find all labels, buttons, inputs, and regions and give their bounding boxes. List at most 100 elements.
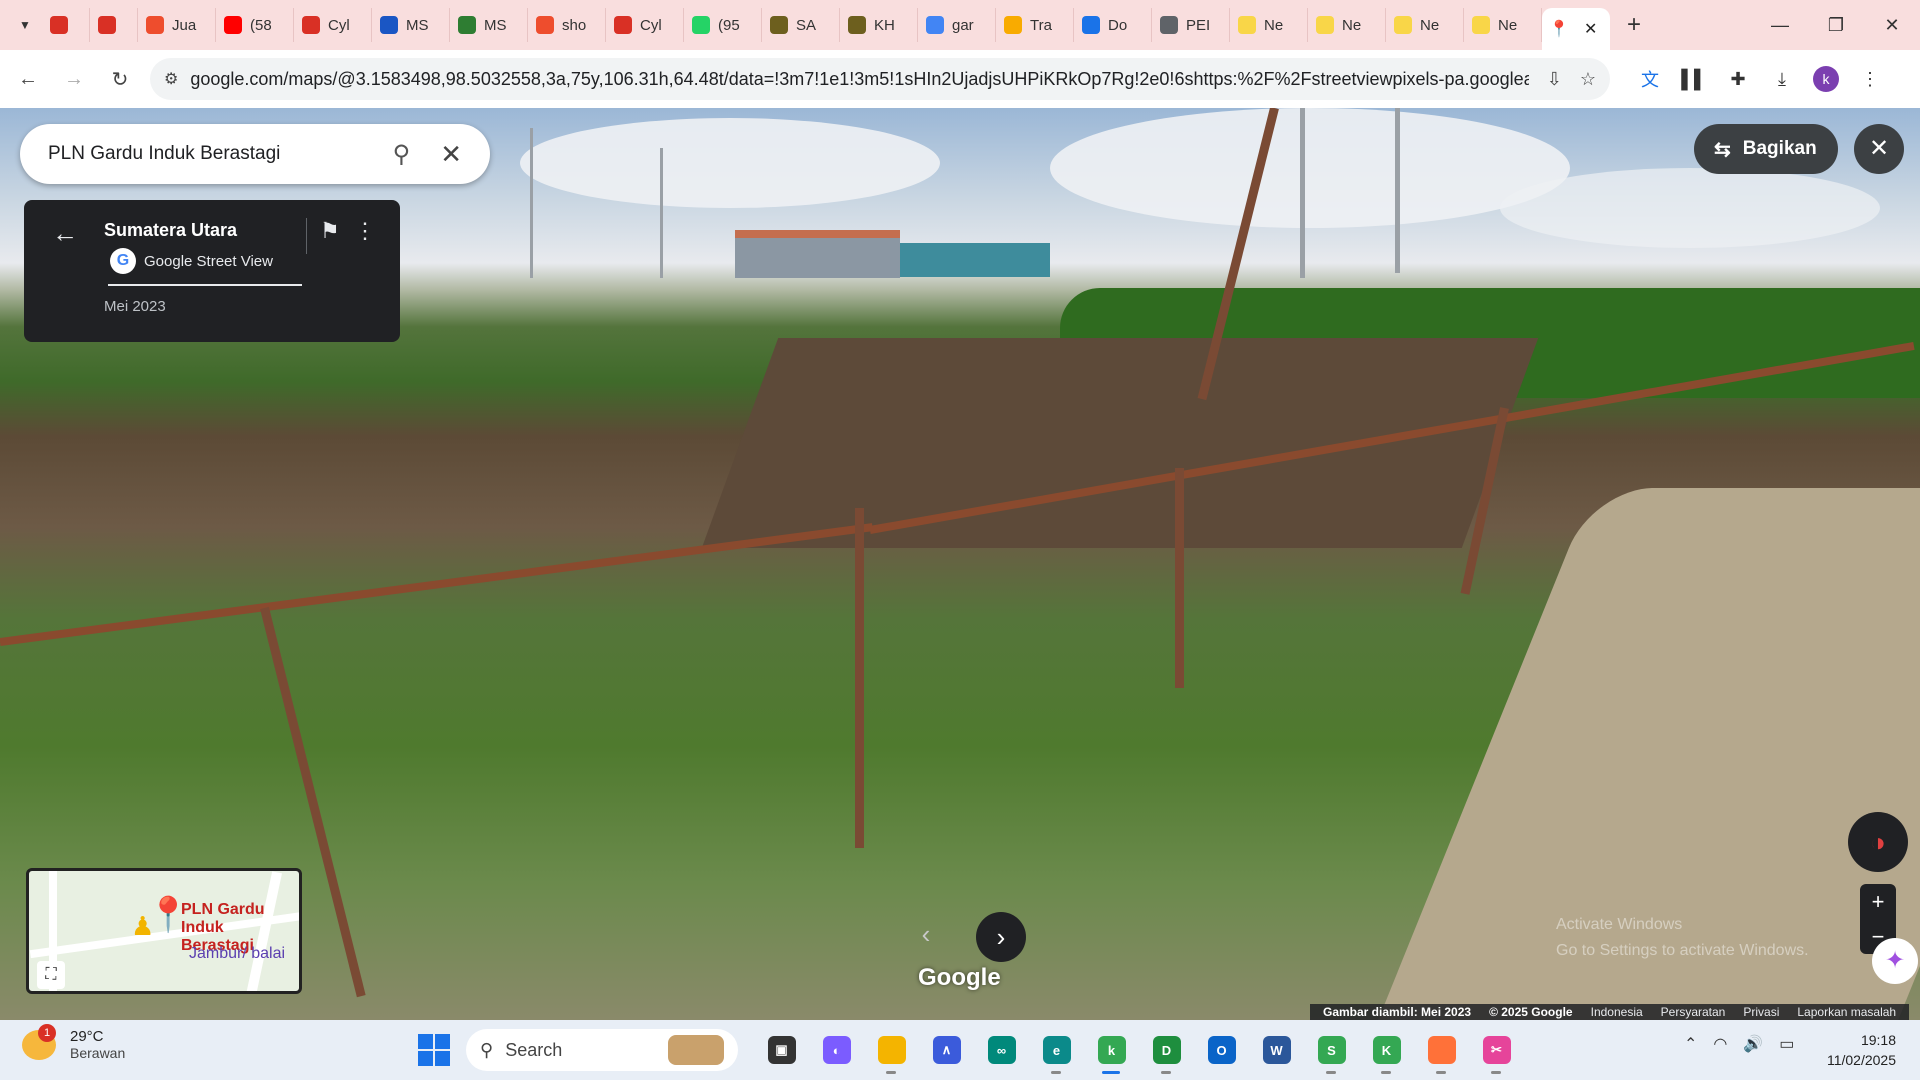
share-button[interactable]: ⇆ Bagikan xyxy=(1694,124,1838,174)
weather-widget[interactable]: 1 29°C Berawan xyxy=(22,1023,125,1061)
back-button[interactable]: ← xyxy=(10,61,46,97)
transmission-tower xyxy=(660,148,663,278)
privacy-link[interactable]: Privasi xyxy=(1743,1005,1779,1019)
browser-tab[interactable]: sho xyxy=(528,8,606,42)
minimize-button[interactable]: — xyxy=(1752,15,1808,36)
wifi-icon[interactable]: ◠ xyxy=(1713,1034,1727,1054)
capture-date[interactable]: Mei 2023 xyxy=(104,298,166,315)
search-query[interactable]: PLN Gardu Induk Berastagi xyxy=(48,143,393,165)
browser-tab[interactable]: KH xyxy=(840,8,918,42)
close-window-button[interactable]: ✕ xyxy=(1864,15,1920,36)
browser-tab[interactable]: gar xyxy=(918,8,996,42)
chevron-left-icon: ‹ xyxy=(921,919,931,949)
tab-active-google-maps[interactable]: 📍 ✕ xyxy=(1542,8,1610,50)
close-street-view-button[interactable]: ✕ xyxy=(1854,124,1904,174)
infinity-app[interactable]: ∞ xyxy=(974,1032,1029,1068)
close-icon[interactable]: ✕ xyxy=(440,139,462,170)
minimap[interactable]: ♟ 📍 PLN Gardu Induk Berastagi Jambur/ ba… xyxy=(26,868,302,994)
next-image-button[interactable]: › xyxy=(976,912,1026,962)
chrome-app[interactable]: S xyxy=(1304,1032,1359,1074)
browser-tab[interactable] xyxy=(90,8,138,42)
chrome-app[interactable]: K xyxy=(1359,1032,1414,1074)
browser-tab[interactable]: (95 xyxy=(684,8,762,42)
file-explorer-app[interactable]: ▣ xyxy=(754,1032,809,1068)
gemini-icon[interactable]: ✦ xyxy=(1872,938,1918,984)
battery-icon[interactable]: ▭ xyxy=(1779,1034,1794,1054)
back-arrow-icon[interactable]: ← xyxy=(52,218,78,249)
tab-label: Ne xyxy=(1342,16,1362,34)
browser-tab[interactable]: Cyl xyxy=(606,8,684,42)
tab-label: Ne xyxy=(1264,16,1284,34)
tab-close-button[interactable]: ✕ xyxy=(1584,19,1597,39)
whatsapp-icon xyxy=(692,16,710,34)
restore-button[interactable]: ❐ xyxy=(1808,15,1864,36)
more-options-icon[interactable]: ⋮ xyxy=(354,218,376,244)
volume-icon[interactable]: 🔊 xyxy=(1743,1034,1763,1054)
browser-tab[interactable]: SA xyxy=(762,8,840,42)
youtube-icon xyxy=(224,16,242,34)
site-info-icon[interactable]: ⚙ xyxy=(164,69,178,89)
location-pin-icon[interactable]: ⚑ xyxy=(320,218,340,244)
forward-button[interactable]: → xyxy=(56,61,92,97)
taskbar-search[interactable]: ⚲ Search xyxy=(466,1029,738,1071)
browser-tab[interactable]: Do xyxy=(1074,8,1152,42)
google-translate-icon[interactable]: 文 xyxy=(1628,66,1672,92)
start-button[interactable] xyxy=(418,1034,450,1066)
word-app[interactable]: W xyxy=(1249,1032,1304,1068)
address-bar[interactable]: ⚙ google.com/maps/@3.1583498,98.5032558,… xyxy=(150,58,1610,100)
report-problem-link[interactable]: Laporkan masalah xyxy=(1797,1005,1896,1019)
tab-label: (58 xyxy=(250,16,272,34)
browser-tab[interactable]: Ne xyxy=(1386,8,1464,42)
extensions-puzzle-icon[interactable]: ✚ xyxy=(1716,69,1760,90)
bookmark-star-icon[interactable]: ☆ xyxy=(1580,69,1596,90)
compass-control[interactable]: ◑ xyxy=(1848,812,1908,872)
d-app[interactable]: D xyxy=(1139,1032,1194,1074)
browser-tab[interactable]: Jua xyxy=(138,8,216,42)
taskbar-apps: ▣ ◐ ∧ ∞ e k D O W S K ✂ xyxy=(754,1032,1524,1074)
downloads-icon[interactable]: ⤓ xyxy=(1760,69,1804,90)
expand-map-icon[interactable]: ⛶ xyxy=(37,961,65,989)
new-tab-button[interactable]: + xyxy=(1616,11,1652,39)
firefox-app[interactable] xyxy=(1414,1032,1469,1074)
browser-tab[interactable]: Ne xyxy=(1308,8,1386,42)
browser-tab[interactable]: Ne xyxy=(1230,8,1308,42)
copilot-app[interactable]: ◐ xyxy=(809,1032,864,1068)
prev-image-button[interactable]: ‹ xyxy=(904,912,948,956)
profile-avatar[interactable]: k xyxy=(1813,66,1839,92)
terms-link[interactable]: Persyaratan xyxy=(1661,1005,1726,1019)
install-app-icon[interactable]: ⇩ xyxy=(1547,69,1562,90)
browser-tab[interactable]: Tra xyxy=(996,8,1074,42)
browser-tab[interactable]: Ne xyxy=(1464,8,1542,42)
snipping-app[interactable]: ✂ xyxy=(1469,1032,1524,1074)
browser-tab[interactable]: PEI xyxy=(1152,8,1230,42)
tab-label: Ne xyxy=(1498,16,1518,34)
url-text[interactable]: google.com/maps/@3.1583498,98.5032558,3a… xyxy=(190,69,1528,90)
edge-app[interactable]: e xyxy=(1029,1032,1084,1074)
browser-tab[interactable]: (58 xyxy=(216,8,294,42)
edge-icon: e xyxy=(1042,1036,1071,1064)
file-explorer-icon: ▣ xyxy=(767,1036,796,1064)
folder-app[interactable] xyxy=(864,1032,919,1074)
chevron-up-icon[interactable]: ⌃ xyxy=(1684,1034,1697,1054)
chrome-app[interactable]: k xyxy=(1084,1032,1139,1074)
reload-button[interactable]: ↻ xyxy=(102,61,138,97)
search-icon[interactable]: ⚲ xyxy=(393,140,411,169)
zoom-in-button[interactable]: + xyxy=(1860,884,1896,919)
country-link[interactable]: Indonesia xyxy=(1591,1005,1643,1019)
browser-menu-icon[interactable]: ⋮ xyxy=(1848,69,1892,90)
taskbar-clock[interactable]: 19:18 11/02/2025 xyxy=(1812,1030,1896,1070)
outlook-app[interactable]: O xyxy=(1194,1032,1249,1068)
running-indicator xyxy=(1436,1071,1446,1074)
google-g-icon: G xyxy=(110,248,136,274)
browser-tab[interactable]: Cyl xyxy=(294,8,372,42)
arrow-right-icon: → xyxy=(64,67,84,90)
minimap-poi-label[interactable]: Jambur/ balai xyxy=(189,945,285,963)
soundwave-extension-icon[interactable]: ▌▌ xyxy=(1672,69,1716,90)
tab-search-menu-button[interactable]: ▼ xyxy=(8,8,42,42)
maps-search-box[interactable]: PLN Gardu Induk Berastagi ⚲ ✕ xyxy=(20,124,490,184)
weather-cloud-icon: 1 xyxy=(22,1023,56,1060)
browser-tab[interactable] xyxy=(42,8,90,42)
browser-tab[interactable]: MS xyxy=(450,8,528,42)
sigma-app[interactable]: ∧ xyxy=(919,1032,974,1068)
browser-tab[interactable]: MS xyxy=(372,8,450,42)
